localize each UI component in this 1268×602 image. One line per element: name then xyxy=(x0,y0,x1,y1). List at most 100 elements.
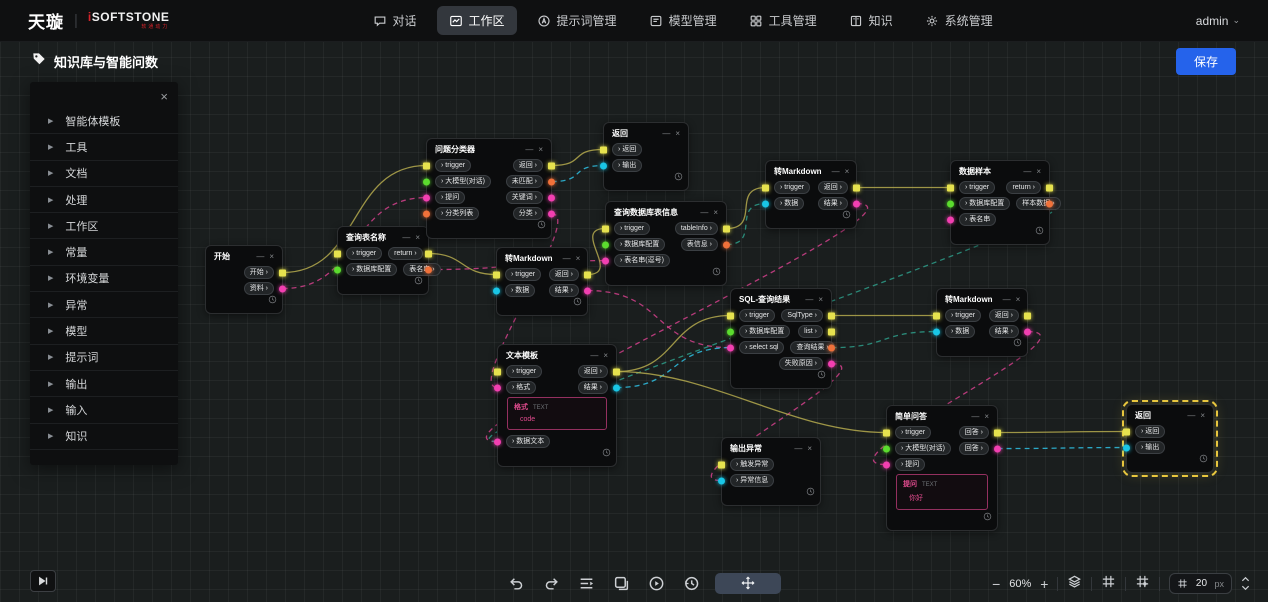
input-port-dot[interactable] xyxy=(334,266,341,273)
input-port-dot[interactable] xyxy=(1123,444,1130,451)
node-close-button[interactable]: × xyxy=(269,253,274,261)
node-qtn[interactable]: 查询表名称—×› triggerreturn ›› 数据库配置表名串 › xyxy=(337,226,429,295)
node-close-button[interactable]: × xyxy=(1036,168,1041,176)
zoom-in-button[interactable]: + xyxy=(1040,577,1048,591)
input-port-dot[interactable] xyxy=(727,344,734,351)
save-button[interactable]: 保存 xyxy=(1176,48,1236,75)
input-port-dot[interactable] xyxy=(727,328,734,335)
node-close-button[interactable]: × xyxy=(603,352,608,360)
palette-item-5[interactable]: ▶常量 xyxy=(30,239,178,265)
history-button[interactable] xyxy=(680,572,702,594)
output-port-dot[interactable] xyxy=(723,241,730,248)
node-minimize-button[interactable]: — xyxy=(805,296,813,304)
input-port-dot[interactable] xyxy=(762,200,769,207)
palette-item-11[interactable]: ▶输入 xyxy=(30,397,178,423)
play-circle-button[interactable] xyxy=(645,572,667,594)
input-port-dot[interactable] xyxy=(334,250,341,257)
input-port-dot[interactable] xyxy=(423,162,430,169)
output-port-dot[interactable] xyxy=(853,184,860,191)
palette-item-12[interactable]: ▶知识 xyxy=(30,424,178,450)
input-port-dot[interactable] xyxy=(602,225,609,232)
pan-tool-button[interactable] xyxy=(715,573,781,594)
copy-button[interactable] xyxy=(610,572,632,594)
nav-item-system[interactable]: 系统管理 xyxy=(913,6,1005,35)
node-template[interactable]: 文本模板—×› trigger返回 ›› 格式结果 ›格式TEXTcode› 数… xyxy=(497,344,617,467)
node-minimize-button[interactable]: — xyxy=(525,146,533,154)
redo-button[interactable] xyxy=(540,572,562,594)
input-port-dot[interactable] xyxy=(494,384,501,391)
run-list-button[interactable] xyxy=(575,572,597,594)
input-port-dot[interactable] xyxy=(947,200,954,207)
nav-item-tools[interactable]: 工具管理 xyxy=(737,6,829,35)
node-ret-top[interactable]: 返回—×› 返回› 输出 xyxy=(603,122,689,191)
input-port-dot[interactable] xyxy=(727,312,734,319)
node-minimize-button[interactable]: — xyxy=(1023,168,1031,176)
input-port-dot[interactable] xyxy=(947,184,954,191)
input-port-dot[interactable] xyxy=(883,461,890,468)
output-port-dot[interactable] xyxy=(1024,312,1031,319)
input-port-dot[interactable] xyxy=(718,461,725,468)
node-minimize-button[interactable]: — xyxy=(256,253,264,261)
output-port-dot[interactable] xyxy=(584,271,591,278)
node-close-button[interactable]: × xyxy=(984,413,989,421)
palette-item-10[interactable]: ▶输出 xyxy=(30,371,178,397)
output-port-dot[interactable] xyxy=(723,225,730,232)
input-port-dot[interactable] xyxy=(423,178,430,185)
palette-item-2[interactable]: ▶文档 xyxy=(30,161,178,187)
output-port-dot[interactable] xyxy=(994,445,1001,452)
input-port-dot[interactable] xyxy=(883,445,890,452)
palette-item-8[interactable]: ▶模型 xyxy=(30,318,178,344)
node-close-button[interactable]: × xyxy=(576,255,581,263)
input-port-dot[interactable] xyxy=(423,194,430,201)
output-port-dot[interactable] xyxy=(1046,184,1053,191)
node-minimize-button[interactable]: — xyxy=(402,234,410,242)
input-port-dot[interactable] xyxy=(933,328,940,335)
output-port-dot[interactable] xyxy=(828,344,835,351)
snap-grid-icon[interactable] xyxy=(1101,574,1116,594)
node-param-box[interactable]: 格式TEXTcode xyxy=(507,397,607,430)
output-port-dot[interactable] xyxy=(1046,200,1053,207)
output-port-dot[interactable] xyxy=(548,210,555,217)
node-close-button[interactable]: × xyxy=(818,296,823,304)
output-port-dot[interactable] xyxy=(613,368,620,375)
output-port-dot[interactable] xyxy=(613,384,620,391)
palette-item-6[interactable]: ▶环境变量 xyxy=(30,266,178,292)
node-close-button[interactable]: × xyxy=(1016,296,1021,304)
input-port-dot[interactable] xyxy=(762,184,769,191)
node-classifier[interactable]: 问题分类器—×› trigger返回 ›› 大模型(对话)未匹配 ›› 提问关键… xyxy=(426,138,552,239)
node-md2[interactable]: 转Markdown—×› trigger返回 ›› 数据结果 › xyxy=(496,247,588,316)
output-port-dot[interactable] xyxy=(994,429,1001,436)
output-port-dot[interactable] xyxy=(425,266,432,273)
node-qa[interactable]: 简单问答—×› trigger回答 ›› 大模型(对话)回答 ›› 提问提问TE… xyxy=(886,405,998,531)
output-port-dot[interactable] xyxy=(853,200,860,207)
output-port-dot[interactable] xyxy=(548,194,555,201)
input-port-dot[interactable] xyxy=(494,368,501,375)
output-port-dot[interactable] xyxy=(584,287,591,294)
node-param-box[interactable]: 提问TEXT你好 xyxy=(896,474,988,510)
input-port-dot[interactable] xyxy=(883,429,890,436)
input-port-dot[interactable] xyxy=(493,271,500,278)
node-minimize-button[interactable]: — xyxy=(1003,296,1011,304)
nav-item-workspace[interactable]: 工作区 xyxy=(437,6,517,35)
output-port-dot[interactable] xyxy=(828,312,835,319)
palette-item-3[interactable]: ▶处理 xyxy=(30,187,178,213)
input-port-dot[interactable] xyxy=(1123,428,1130,435)
output-port-dot[interactable] xyxy=(1024,328,1031,335)
undo-button[interactable] xyxy=(505,572,527,594)
input-port-dot[interactable] xyxy=(423,210,430,217)
output-port-dot[interactable] xyxy=(548,162,555,169)
input-port-dot[interactable] xyxy=(947,216,954,223)
node-minimize-button[interactable]: — xyxy=(1187,412,1195,420)
node-sample[interactable]: 数据样本—×› triggerreturn ›› 数据库配置样本数据 ›› 表名… xyxy=(950,160,1050,245)
input-port-dot[interactable] xyxy=(600,146,607,153)
output-port-dot[interactable] xyxy=(425,250,432,257)
node-close-button[interactable]: × xyxy=(713,209,718,217)
snap-object-icon[interactable] xyxy=(1135,574,1150,594)
palette-item-1[interactable]: ▶工具 xyxy=(30,134,178,160)
close-icon[interactable]: × xyxy=(160,90,168,103)
node-start[interactable]: 开始—×开始 ›资料 › xyxy=(205,245,283,314)
input-port-dot[interactable] xyxy=(600,162,607,169)
node-close-button[interactable]: × xyxy=(807,445,812,453)
input-port-dot[interactable] xyxy=(718,477,725,484)
node-minimize-button[interactable]: — xyxy=(590,352,598,360)
